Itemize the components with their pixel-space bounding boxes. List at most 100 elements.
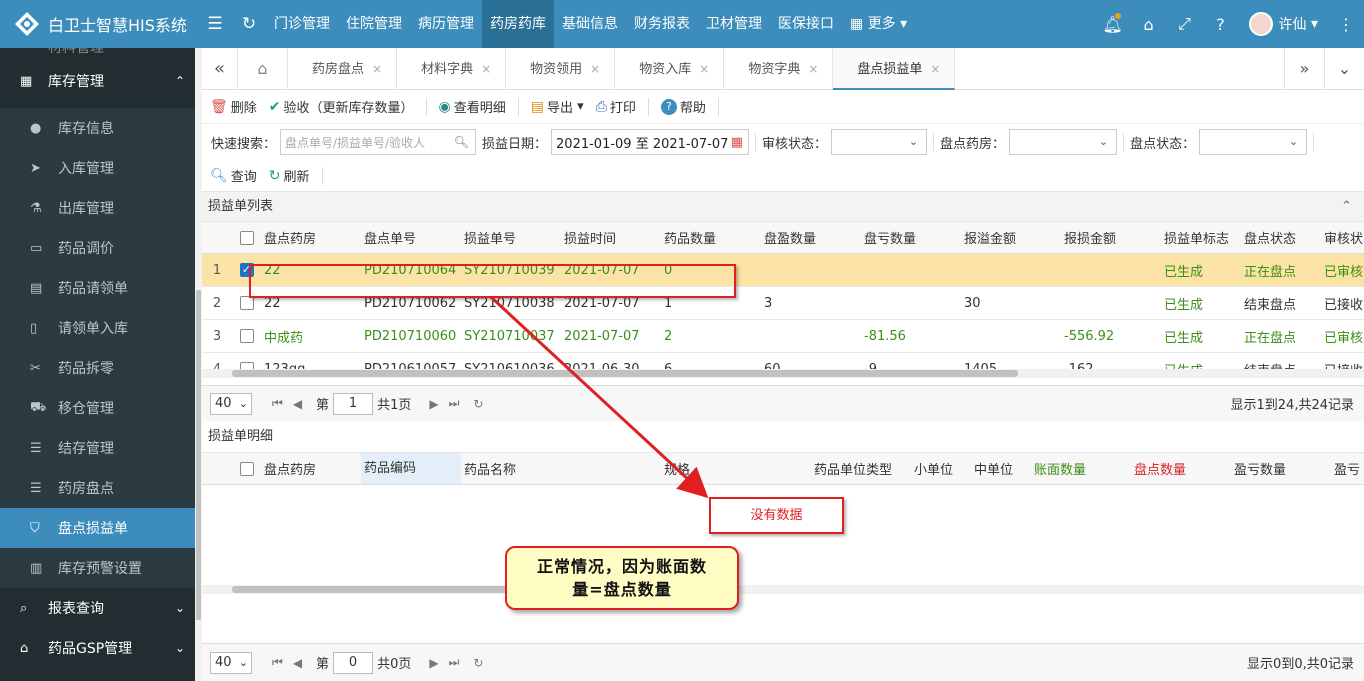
- tab-menu-icon[interactable]: ⌄: [1324, 48, 1364, 90]
- column-header[interactable]: 中单位: [971, 459, 1031, 478]
- menu-toggle-icon[interactable]: ☰: [198, 14, 232, 34]
- column-header[interactable]: 损益单标志: [1161, 228, 1241, 247]
- first-page-icon[interactable]: ⏮︎: [272, 655, 283, 670]
- close-icon[interactable]: ×: [699, 62, 709, 76]
- tab[interactable]: 物资领用 ×: [506, 47, 616, 90]
- column-header[interactable]: 盘点单号: [361, 228, 461, 247]
- help-icon[interactable]: ?: [1203, 15, 1239, 34]
- sidebar-group[interactable]: ⌂ 药品GSP管理 ⌄: [0, 628, 195, 668]
- column-header[interactable]: 报溢金额: [961, 228, 1061, 247]
- detail-page-input[interactable]: 0: [333, 651, 374, 674]
- close-icon[interactable]: ×: [930, 62, 940, 76]
- column-header[interactable]: 盘亏数量: [861, 228, 961, 247]
- column-header[interactable]: 规格: [661, 459, 811, 478]
- tab[interactable]: 药房盘点 ×: [288, 47, 398, 90]
- next-page-icon[interactable]: ▶︎: [429, 656, 438, 670]
- column-header[interactable]: 盈亏: [1331, 459, 1364, 478]
- close-icon[interactable]: ×: [808, 62, 818, 76]
- checkbox[interactable]: [239, 461, 254, 476]
- column-header[interactable]: 盘点药房: [261, 228, 361, 247]
- column-header[interactable]: 损益单号: [461, 228, 561, 247]
- list-scrollbar-thumb[interactable]: [232, 370, 1018, 377]
- refresh-icon[interactable]: ↻: [232, 14, 266, 34]
- tab-scroll-right-icon[interactable]: »: [1284, 48, 1324, 90]
- verify-button[interactable]: ✔ 验收（更新库存数量）: [269, 97, 414, 117]
- table-row[interactable]: 3 中成药 PD210710060 SY210710037 2021-07-07 2 -81…: [202, 320, 1364, 353]
- sidebar-item[interactable]: ✂ 药品拆零: [0, 348, 195, 388]
- check-status-select[interactable]: ⌄: [1199, 129, 1308, 155]
- audit-status-select[interactable]: ⌄: [831, 129, 928, 155]
- sidebar-item[interactable]: ▥ 库存预警设置: [0, 548, 195, 588]
- sidebar-item[interactable]: ● 库存信息: [0, 108, 195, 148]
- tab-scroll-left-icon[interactable]: «: [202, 47, 238, 90]
- user-menu[interactable]: 许仙 ▾: [1239, 12, 1328, 36]
- nav-more[interactable]: ▦ 更多 ▾: [842, 0, 915, 48]
- column-header[interactable]: 药品数量: [661, 228, 761, 247]
- app-logo[interactable]: 白卫士智慧HIS系统: [0, 0, 198, 48]
- collapse-icon[interactable]: ⌃: [1341, 192, 1352, 222]
- last-page-icon[interactable]: ⏭︎: [449, 396, 460, 411]
- select-all-checkbox[interactable]: [232, 230, 261, 245]
- checkbox[interactable]: [239, 329, 254, 343]
- column-header[interactable]: 小单位: [911, 459, 971, 478]
- sidebar-item[interactable]: ☰ 药房盘点: [0, 468, 195, 508]
- sidebar-item[interactable]: ⛉ 盘点损益单: [0, 508, 195, 548]
- column-header[interactable]: 盘盈数量: [761, 228, 861, 247]
- row-checkbox[interactable]: [232, 296, 261, 310]
- select-all-checkbox[interactable]: [232, 461, 261, 476]
- column-header[interactable]: 报损金额: [1061, 228, 1161, 247]
- column-header[interactable]: 盈亏数量: [1231, 459, 1331, 478]
- tab[interactable]: 盘点损益单 ×: [833, 47, 956, 90]
- list-horizontal-scrollbar[interactable]: [202, 369, 1364, 378]
- sidebar-item[interactable]: ➤ 入库管理: [0, 148, 195, 188]
- column-header[interactable]: 药品单位类型: [811, 459, 911, 478]
- nav-item[interactable]: 药房药库: [482, 0, 554, 48]
- sidebar-item[interactable]: ☰ 结存管理: [0, 428, 195, 468]
- home-icon[interactable]: ⌂: [238, 47, 288, 90]
- list-page-size-select[interactable]: 40 ⌄: [210, 392, 252, 415]
- list-page-input[interactable]: 1: [333, 392, 374, 415]
- prev-page-icon[interactable]: ◀︎: [293, 656, 302, 670]
- column-header[interactable]: 盘点数量: [1131, 459, 1231, 478]
- reload-icon[interactable]: ↻: [473, 656, 483, 670]
- tag-icon[interactable]: ⌂: [1131, 15, 1167, 34]
- sidebar-scrollbar-thumb[interactable]: [196, 290, 201, 620]
- nav-item[interactable]: 门诊管理: [266, 0, 338, 48]
- view-detail-button[interactable]: ◉ 查看明细: [439, 97, 506, 117]
- delete-button[interactable]: 🗑︎ 删除: [210, 97, 257, 117]
- sidebar-item[interactable]: ▯ 请领单入库: [0, 308, 195, 348]
- pharmacy-select[interactable]: ⌄: [1009, 129, 1118, 155]
- fullscreen-icon[interactable]: ⤢: [1167, 14, 1203, 34]
- close-icon[interactable]: ×: [481, 62, 491, 76]
- reload-icon[interactable]: ↻: [473, 397, 483, 411]
- sidebar-item[interactable]: ⛟ 移仓管理: [0, 388, 195, 428]
- column-header[interactable]: 审核状: [1321, 228, 1364, 247]
- tab[interactable]: 物资入库 ×: [615, 47, 725, 90]
- checkbox[interactable]: [239, 296, 254, 310]
- detail-page-size-select[interactable]: 40 ⌄: [210, 651, 252, 674]
- next-page-icon[interactable]: ▶︎: [429, 397, 438, 411]
- refresh-button[interactable]: ↻ 刷新: [269, 166, 310, 186]
- tab[interactable]: 材料字典 ×: [397, 47, 507, 90]
- quick-search-input[interactable]: 盘点单号/损益单号/验收人 🔍︎: [280, 129, 477, 155]
- first-page-icon[interactable]: ⏮︎: [272, 396, 283, 411]
- column-header[interactable]: 账面数量: [1031, 459, 1131, 478]
- nav-item[interactable]: 医保接口: [770, 0, 842, 48]
- sidebar-group-inventory[interactable]: ▦ 库存管理 ⌃: [0, 54, 195, 108]
- row-checkbox[interactable]: [232, 329, 261, 343]
- nav-item[interactable]: 卫材管理: [698, 0, 770, 48]
- help-button[interactable]: ? 帮助: [660, 97, 706, 116]
- column-header[interactable]: 药品名称: [461, 459, 661, 478]
- close-icon[interactable]: ×: [372, 62, 382, 76]
- column-header[interactable]: 盘点状态: [1241, 228, 1321, 247]
- nav-item[interactable]: 住院管理: [338, 0, 410, 48]
- query-button[interactable]: 🔍︎ 查询: [210, 166, 257, 186]
- column-header[interactable]: 损益时间: [561, 228, 661, 247]
- column-header[interactable]: 盘点药房: [261, 459, 361, 478]
- sidebar-item[interactable]: ▭ 药品调价: [0, 228, 195, 268]
- nav-item[interactable]: 基础信息: [554, 0, 626, 48]
- nav-item[interactable]: 病历管理: [410, 0, 482, 48]
- column-header[interactable]: 药品编码: [361, 453, 461, 484]
- nav-item[interactable]: 财务报表: [626, 0, 698, 48]
- prev-page-icon[interactable]: ◀︎: [293, 397, 302, 411]
